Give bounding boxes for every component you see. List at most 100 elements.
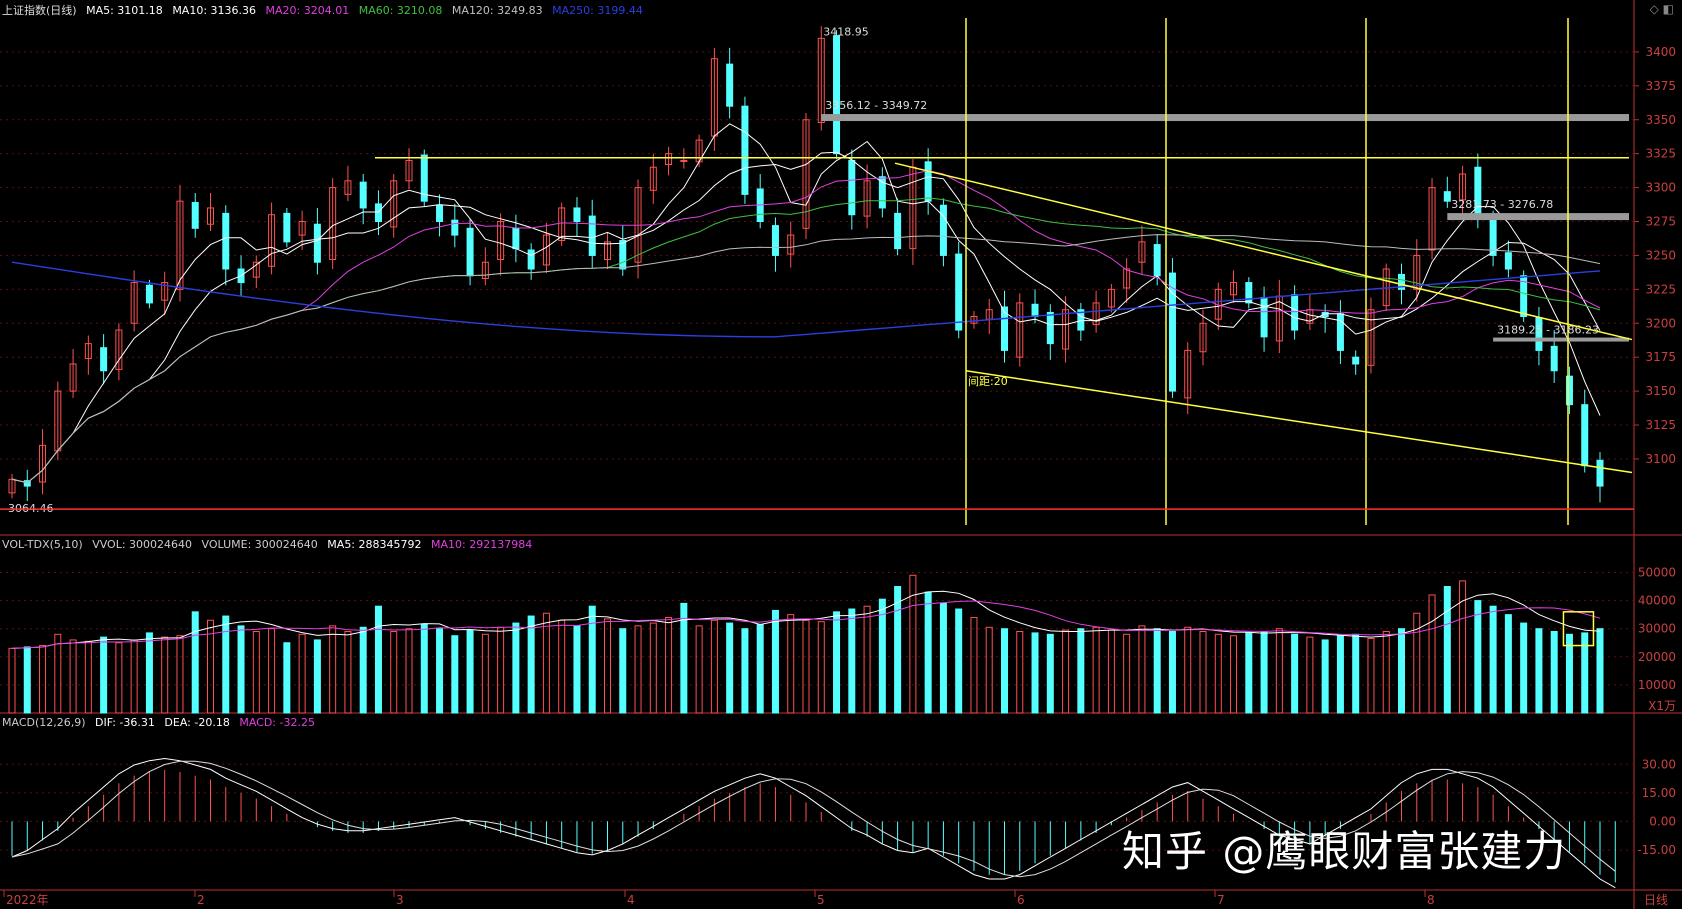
volume-bar xyxy=(695,625,703,714)
candle-body xyxy=(1443,191,1451,202)
candle-body xyxy=(955,253,963,331)
candle-body xyxy=(100,347,108,372)
volume-bar xyxy=(268,628,276,714)
volume-bar xyxy=(176,635,184,714)
price-tick-label: 3175 xyxy=(1645,350,1676,364)
volume-bar xyxy=(741,628,749,714)
volume-bar xyxy=(985,626,993,714)
volume-bar xyxy=(298,633,306,714)
volume-bar xyxy=(313,639,321,714)
volume-bar xyxy=(771,609,779,714)
month-label: 2 xyxy=(197,893,205,907)
volume-bar xyxy=(512,622,520,714)
volume-bar xyxy=(405,628,413,714)
volume-bar xyxy=(420,623,428,714)
volume-tick-label: 40000 xyxy=(1638,594,1676,608)
price-tick-label: 3325 xyxy=(1645,147,1676,161)
candle-body xyxy=(1336,313,1344,351)
volume-bar xyxy=(130,639,138,714)
spacing-label: 间距:20 xyxy=(968,375,1008,388)
candle-body xyxy=(466,227,474,277)
volume-bar xyxy=(252,631,260,714)
volume-bar xyxy=(1001,628,1008,714)
resistance-label-1: 3356.12 - 3349.72 xyxy=(825,99,927,112)
volume-bar xyxy=(1291,633,1299,714)
volume-bar xyxy=(1199,631,1207,714)
volume-bar xyxy=(344,631,352,714)
candle-body xyxy=(588,215,596,256)
macd-tick-label: -15.00 xyxy=(1637,843,1676,857)
volume-bar xyxy=(39,645,47,714)
volume-bar xyxy=(649,622,657,714)
ma250-label: MA250: 3199.44 xyxy=(552,4,643,17)
volume-bar xyxy=(955,608,963,714)
volume-bar xyxy=(1230,635,1238,714)
volume-bar xyxy=(863,605,871,714)
volume-bar xyxy=(894,586,902,714)
candle-body xyxy=(313,223,321,263)
price-tick-label: 3200 xyxy=(1645,316,1676,330)
volume-bar xyxy=(1306,636,1314,714)
candle-body xyxy=(726,63,734,107)
month-label: 2022年 xyxy=(6,893,49,907)
volume-bar xyxy=(573,625,581,714)
volume-bar xyxy=(1596,628,1604,714)
volume-bar xyxy=(604,618,611,714)
candle-body xyxy=(191,202,199,229)
candle-body xyxy=(741,105,749,195)
vol-title: VOL-TDX(5,10) xyxy=(2,538,83,551)
candle-body xyxy=(145,284,153,304)
volume-bar xyxy=(237,625,245,714)
candle-body xyxy=(359,181,367,209)
vol-ma10-label: MA10: 292137984 xyxy=(431,538,533,551)
volume-bar xyxy=(1474,600,1482,714)
ma10-label: MA10: 3136.36 xyxy=(172,4,257,17)
volume-bar xyxy=(833,611,841,714)
candle-body xyxy=(512,227,520,250)
chart-title: 上证指数(日线) xyxy=(2,4,77,17)
macd-header: MACD(12,26,9) DIF: -36.31 DEA: -20.18 MA… xyxy=(2,716,321,729)
corner-icons[interactable]: ◇ ◧ xyxy=(1650,2,1674,16)
volume-bar xyxy=(497,626,505,714)
vvol-label: VVOL: 300024640 xyxy=(92,538,193,551)
candle-body xyxy=(848,159,856,216)
high-label: 3418.95 xyxy=(823,25,869,38)
ma60-label: MA60: 3210.08 xyxy=(358,4,443,17)
macd-tick-label: 30.00 xyxy=(1642,757,1676,771)
candle-body xyxy=(1550,345,1558,372)
candle-body xyxy=(1596,459,1604,487)
volume-bar xyxy=(527,615,535,714)
volume-bar xyxy=(115,642,123,714)
volume-bar xyxy=(1062,629,1070,714)
dea-label: DEA: -20.18 xyxy=(164,716,230,729)
candle-body xyxy=(573,207,581,223)
resistance-label-2: 3281.73 - 3276.78 xyxy=(1451,198,1553,211)
candle-body xyxy=(894,212,902,250)
candle-body xyxy=(1031,303,1039,317)
candle-body xyxy=(1352,356,1360,365)
price-tick-label: 3375 xyxy=(1645,79,1676,93)
volume-bar xyxy=(1336,635,1344,714)
support-label: 3189.25 - 3186.23 xyxy=(1497,324,1599,337)
volume-bar xyxy=(878,598,886,714)
volume-tick-label: 30000 xyxy=(1638,622,1676,636)
volume-label: VOLUME: 300024640 xyxy=(201,538,318,551)
volume-bar xyxy=(1504,614,1512,714)
volume-bar xyxy=(1520,622,1528,714)
volume-bar xyxy=(329,625,337,714)
watermark: 知乎 @鹰眼财富张建力 xyxy=(1122,827,1567,876)
price-header: 上证指数(日线) MA5: 3101.18 MA10: 3136.36 MA20… xyxy=(2,2,649,18)
ma120-line xyxy=(11,234,1601,484)
volume-unit-label: X1万 xyxy=(1648,699,1676,713)
price-tick-label: 3350 xyxy=(1645,113,1676,127)
volume-bar xyxy=(970,616,978,714)
volume-bar xyxy=(54,633,62,714)
volume-bar xyxy=(1016,631,1024,714)
macd-x-label: 日线 xyxy=(1644,893,1668,907)
kline-chart[interactable]: 3100312531503175320032253250327533003325… xyxy=(0,0,1682,909)
price-tick-label: 3125 xyxy=(1645,418,1676,432)
volume-bar xyxy=(939,602,947,714)
volume-bar xyxy=(1352,633,1360,714)
volume-bar xyxy=(1123,633,1131,714)
candle-body xyxy=(680,159,688,162)
